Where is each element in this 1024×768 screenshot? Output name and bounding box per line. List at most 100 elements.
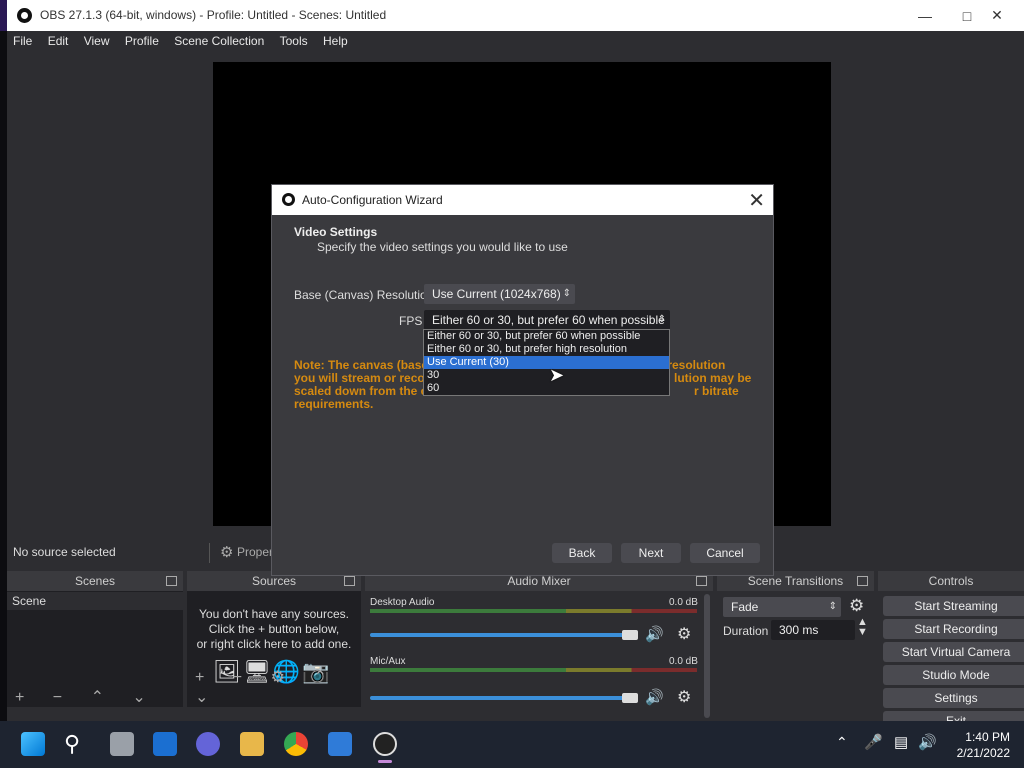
fps-option[interactable]: 30	[424, 369, 669, 382]
fps-option[interactable]: Either 60 or 30, but prefer high resolut…	[424, 343, 669, 356]
float-icon[interactable]	[857, 576, 868, 586]
fps-dropdown-list[interactable]: Either 60 or 30, but prefer 60 when poss…	[423, 329, 670, 396]
resolution-label: Base (Canvas) Resolution	[294, 288, 434, 302]
menu-view[interactable]: View	[78, 31, 116, 48]
float-icon[interactable]	[344, 576, 355, 586]
active-indicator	[378, 760, 392, 763]
title-bar: OBS 27.1.3 (64-bit, windows) - Profile: …	[7, 0, 1024, 31]
duration-input[interactable]: 300 ms	[771, 620, 855, 640]
controls-title: Controls	[928, 574, 974, 588]
clock[interactable]: 1:40 PM 2/21/2022	[944, 729, 1010, 761]
float-icon[interactable]	[166, 576, 177, 586]
gear-icon[interactable]: ⚙	[677, 624, 691, 644]
chat-icon[interactable]	[196, 732, 220, 756]
dialog-title: Auto-Configuration Wizard	[302, 193, 443, 207]
chevron-up-icon[interactable]: ⌃	[836, 734, 848, 751]
fps-option[interactable]: 60	[424, 382, 669, 395]
chrome-icon[interactable]	[284, 732, 308, 756]
clock-date: 2/21/2022	[956, 746, 1010, 760]
start-virtual-camera-button[interactable]: Start Virtual Camera	[883, 642, 1024, 662]
windows-start-icon[interactable]	[21, 732, 45, 756]
desktop-audio-label: Desktop Audio	[370, 597, 435, 608]
controls-dock-header: Controls	[878, 571, 1024, 591]
mouse-cursor-icon: ➤	[549, 365, 565, 385]
scene-item[interactable]: Scene	[7, 592, 183, 610]
gear-icon[interactable]: ⚙	[849, 596, 864, 616]
microphone-icon[interactable]: 🎤	[864, 733, 883, 751]
mic-aux-meter	[370, 668, 697, 672]
fps-select[interactable]: Either 60 or 30, but prefer 60 when poss…	[424, 310, 670, 330]
clock-time: 1:40 PM	[965, 730, 1010, 744]
scenes-title: Scenes	[74, 574, 116, 588]
duration-label: Duration	[723, 624, 769, 638]
speaker-icon[interactable]: 🔊	[645, 625, 664, 643]
menu-help[interactable]: Help	[317, 31, 354, 48]
menu-profile[interactable]: Profile	[119, 31, 165, 48]
fps-option[interactable]: Either 60 or 30, but prefer 60 when poss…	[424, 330, 669, 343]
menu-bar: File Edit View Profile Scene Collection …	[7, 31, 1024, 53]
sources-empty-message: You don't have any sources. Click the + …	[196, 607, 352, 651]
fps-option-selected[interactable]: Use Current (30)	[424, 356, 669, 369]
volume-icon[interactable]: 🔊	[918, 733, 937, 751]
scene-transitions: Fade ⇕ ⚙ Duration 300 ms ▲ ▼	[717, 591, 874, 721]
resolution-select[interactable]: Use Current (1024x768) ⇕	[424, 284, 575, 304]
menu-file[interactable]: File	[7, 31, 38, 48]
close-window-button[interactable]: ✕	[974, 0, 1020, 31]
search-icon[interactable]: ⚲	[64, 731, 80, 757]
gear-icon: ⚙	[220, 544, 234, 561]
obs-logo-icon	[282, 193, 295, 206]
start-streaming-button[interactable]: Start Streaming	[883, 596, 1024, 616]
settings-button[interactable]: Settings	[883, 688, 1024, 708]
mic-aux-volume-slider[interactable]	[370, 696, 630, 700]
float-icon[interactable]	[696, 576, 707, 586]
volume-knob[interactable]	[622, 630, 638, 640]
desktop-audio-meter	[370, 609, 697, 613]
start-recording-button[interactable]: Start Recording	[883, 619, 1024, 639]
obs-taskbar-icon[interactable]	[373, 732, 397, 756]
chevron-updown-icon: ⇕	[828, 601, 837, 612]
chevron-updown-icon: ⇕	[657, 314, 666, 325]
gear-icon[interactable]: ⚙	[677, 687, 691, 707]
dialog-title-bar: Auto-Configuration Wizard ✕	[272, 185, 773, 215]
speaker-icon[interactable]: 🔊	[645, 688, 664, 706]
desktop-audio-db: 0.0 dB	[669, 597, 698, 608]
sources-list[interactable]: You don't have any sources. Click the + …	[187, 591, 361, 707]
widgets-icon[interactable]	[153, 732, 177, 756]
store-icon[interactable]	[328, 732, 352, 756]
network-icon[interactable]: ▤	[894, 733, 908, 751]
source-controls[interactable]: + − ⚙ ⌃ ⌄	[195, 667, 361, 707]
divider	[209, 543, 210, 563]
mixer-scrollbar[interactable]	[704, 594, 710, 718]
no-source-label: No source selected	[13, 545, 116, 559]
audio-mixer: Desktop Audio 0.0 dB 🔊 ⚙ Mic/Aux 0.0 dB …	[365, 591, 713, 721]
file-explorer-icon[interactable]	[240, 732, 264, 756]
obs-logo-icon	[17, 8, 32, 23]
transition-select[interactable]: Fade ⇕	[723, 597, 841, 617]
menu-scene-collection[interactable]: Scene Collection	[168, 31, 270, 48]
dialog-subheading: Specify the video settings you would lik…	[317, 240, 568, 254]
dialog-close-icon[interactable]: ✕	[748, 188, 765, 213]
window-title: OBS 27.1.3 (64-bit, windows) - Profile: …	[40, 8, 387, 22]
properties-button[interactable]: Properties	[237, 545, 271, 559]
exit-button[interactable]: Exit	[883, 711, 1024, 721]
duration-stepper[interactable]: ▲ ▼	[857, 617, 868, 638]
mixer-title: Audio Mixer	[507, 574, 571, 588]
studio-mode-button[interactable]: Studio Mode	[883, 665, 1024, 685]
task-view-icon[interactable]	[110, 732, 134, 756]
mic-aux-db: 0.0 dB	[669, 656, 698, 667]
volume-knob[interactable]	[622, 693, 638, 703]
sources-title: Sources	[251, 574, 297, 588]
scenes-list[interactable]: Scene + − ⌃ ⌄	[7, 591, 183, 707]
transitions-title: Scene Transitions	[747, 574, 844, 588]
mic-aux-label: Mic/Aux	[370, 656, 406, 667]
back-button[interactable]: Back	[552, 543, 612, 563]
cancel-button[interactable]: Cancel	[690, 543, 760, 563]
scene-controls[interactable]: + − ⌃ ⌄	[15, 687, 158, 707]
minimize-button[interactable]: —	[902, 0, 948, 31]
desktop-audio-volume-slider[interactable]	[370, 633, 630, 637]
menu-tools[interactable]: Tools	[274, 31, 314, 48]
desktop-strip	[0, 31, 7, 721]
scenes-dock-header: Scenes	[7, 571, 183, 591]
menu-edit[interactable]: Edit	[42, 31, 75, 48]
next-button[interactable]: Next	[621, 543, 681, 563]
